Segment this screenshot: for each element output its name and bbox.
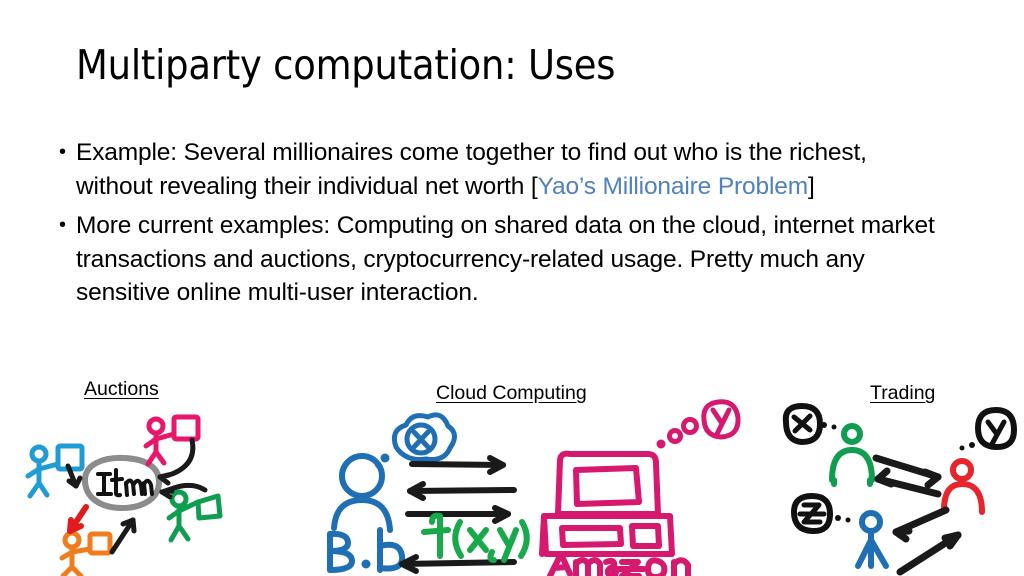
yao-millionaire-problem-link[interactable]: Yao’s Millionaire Problem bbox=[538, 173, 809, 200]
figure-cloud-computing-sketch bbox=[318, 399, 768, 576]
trading-secret-x-label bbox=[791, 413, 813, 434]
figure-caption-cloud-computing: Cloud Computing bbox=[436, 382, 587, 404]
trading-secret-y-label bbox=[985, 419, 1007, 447]
trading-x-dots bbox=[821, 422, 837, 430]
figure-trading-sketch bbox=[772, 400, 1022, 576]
bob-name-label bbox=[327, 527, 406, 573]
arrow-red-to-blue bbox=[892, 506, 950, 543]
item-label-handwriting bbox=[96, 468, 154, 498]
bullet-1-text: Example: Several millionaires come toget… bbox=[76, 139, 867, 200]
function-fxy-label bbox=[421, 512, 530, 563]
bob-secret-x-label bbox=[411, 429, 431, 450]
bidder-blue-figure bbox=[25, 443, 85, 499]
slide-canvas: Multiparty computation: Uses • Example: … bbox=[0, 0, 1024, 576]
bullet-item-2: • More current examples: Computing on sh… bbox=[52, 209, 942, 310]
amazon-secret-y-label bbox=[710, 407, 732, 437]
amazon-computer bbox=[539, 450, 675, 557]
body-bullet-list: • Example: Several millionaires come tog… bbox=[52, 136, 942, 316]
figure-auctions-sketch bbox=[12, 404, 252, 576]
message-arrow-3-right bbox=[405, 505, 511, 524]
bob-thought-bubble bbox=[375, 412, 457, 468]
amazon-name-label bbox=[547, 551, 691, 576]
message-arrow-2-left bbox=[407, 481, 517, 501]
amazon-thought-bubble bbox=[656, 399, 741, 449]
trading-y-dots bbox=[959, 442, 975, 451]
message-arrow-4-left bbox=[399, 554, 517, 574]
trader-green-figure bbox=[829, 423, 875, 487]
arrow-orange-to-item bbox=[109, 517, 137, 555]
trading-secret-z-label bbox=[797, 502, 827, 525]
arrow-item-to-orange-winner bbox=[67, 504, 89, 534]
trading-z-dots bbox=[835, 515, 851, 523]
bullet-marker-icon: • bbox=[59, 214, 66, 236]
trader-red-figure bbox=[941, 458, 985, 515]
bullet-2-text: More current examples: Computing on shar… bbox=[76, 212, 935, 306]
trader-blue-figure bbox=[855, 510, 889, 569]
bullet-marker-icon: • bbox=[59, 141, 66, 163]
bidder-orange-figure bbox=[59, 530, 113, 576]
bob-figure bbox=[331, 453, 393, 533]
figure-caption-auctions: Auctions bbox=[84, 378, 159, 400]
bidder-green-figure bbox=[166, 489, 223, 543]
page-title: Multiparty computation: Uses bbox=[76, 41, 616, 89]
bullet-1-suffix: ] bbox=[808, 172, 815, 200]
bullet-item-1: • Example: Several millionaires come tog… bbox=[52, 136, 942, 203]
